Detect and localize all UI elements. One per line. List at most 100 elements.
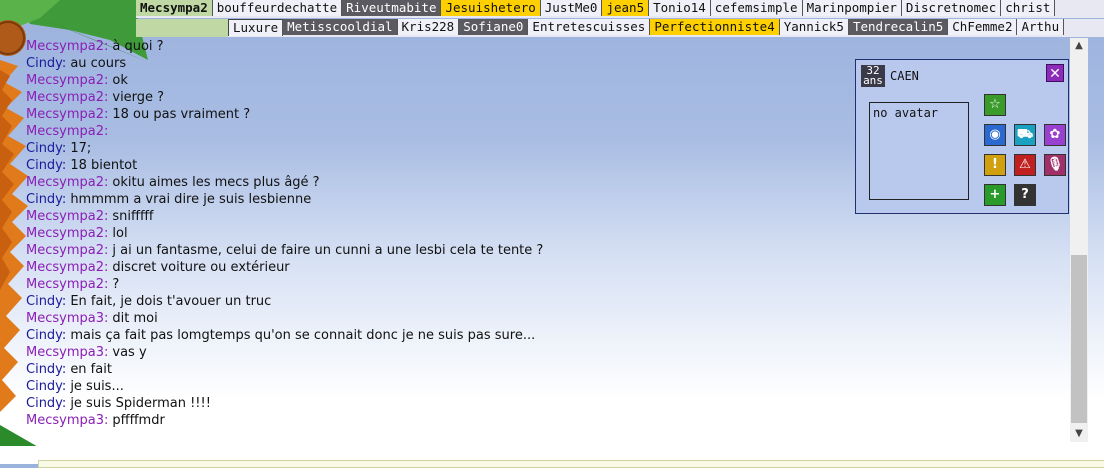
message-text: dit moi — [112, 311, 158, 326]
message-nick[interactable]: Mecsympa2: — [26, 175, 108, 190]
tab-chfemme2[interactable]: ChFemme2 — [948, 19, 1018, 35]
chat-message: Cindy: hmmmm a vrai dire je suis lesbienn… — [26, 191, 826, 208]
message-text: mais ça fait pas lomgtemps qu'on se conn… — [70, 328, 536, 343]
chat-message: Cindy: je suis... — [26, 378, 826, 395]
chat-message: Cindy: je suis Spiderman !!!! — [26, 395, 826, 412]
chat-message: Cindy: au cours — [26, 55, 826, 72]
close-button[interactable]: ✕ — [1046, 64, 1064, 82]
tab-perfectionniste4[interactable]: Perfectionniste4 — [650, 19, 780, 35]
tab-luxure[interactable]: Luxure — [228, 19, 284, 36]
chat-message: Mecsympa2: vierge ? — [26, 89, 826, 106]
message-text: je suis Spiderman !!!! — [70, 396, 211, 411]
message-nick[interactable]: Mecsympa2: — [26, 260, 108, 275]
avatar-placeholder-text: no avatar — [873, 106, 939, 120]
tab-jesuishetero[interactable]: Jesuishetero — [441, 0, 541, 16]
message-nick[interactable]: Cindy: — [26, 56, 66, 71]
flower-icon[interactable]: ✿ — [1044, 124, 1066, 146]
conversation-tabs-row2: Luxure Metisscooldial Kris228 Sofiane0 Entre… — [228, 19, 1104, 37]
tab-cefemsimple[interactable]: cefemsimple — [710, 0, 803, 16]
message-text: snifffff — [112, 209, 154, 224]
message-nick[interactable]: Mecsympa2: — [26, 39, 108, 54]
message-nick[interactable]: Mecsympa2: — [26, 226, 108, 241]
warning-icon[interactable]: ⚠ — [1014, 154, 1036, 176]
message-nick[interactable]: Cindy: — [26, 379, 66, 394]
message-text: au cours — [70, 56, 127, 71]
message-nick[interactable]: Mecsympa2: — [26, 209, 108, 224]
chat-message: Mecsympa3: vas y — [26, 344, 826, 361]
car-icon[interactable]: ⛟ — [1014, 124, 1036, 146]
message-text: ok — [112, 73, 128, 88]
tab-tendrecalin5[interactable]: Tendrecalin5 — [848, 19, 949, 35]
message-nick[interactable]: Cindy: — [26, 192, 66, 207]
help-icon[interactable]: ? — [1014, 184, 1036, 206]
tab-tonio14[interactable]: Tonio14 — [649, 0, 711, 16]
message-nick[interactable]: Mecsympa3: — [26, 311, 108, 326]
chat-message: Mecsympa2: à quoi ? — [26, 38, 826, 55]
message-text: à quoi ? — [112, 39, 164, 54]
message-nick[interactable]: Mecsympa2: — [26, 90, 108, 105]
message-text: En fait, je dois t'avouer un truc — [70, 294, 272, 309]
message-nick[interactable]: Mecsympa2: — [26, 243, 108, 258]
message-nick[interactable]: Cindy: — [26, 396, 66, 411]
chat-message: Mecsympa2: j ai un fantasme, celui de fai… — [26, 242, 826, 259]
scrollbar-thumb[interactable] — [1071, 255, 1087, 423]
tab-marinpompier[interactable]: Marinpompier — [802, 0, 902, 16]
message-text: hmmmm a vrai dire je suis lesbienne — [70, 192, 312, 207]
message-text: je suis... — [70, 379, 124, 394]
tab-entretescuisses[interactable]: Entretescuisses — [528, 19, 651, 35]
info-icon[interactable]: ! — [984, 154, 1006, 176]
message-nick[interactable]: Cindy: — [26, 294, 66, 309]
tab-christ[interactable]: christ — [1001, 0, 1056, 16]
message-nick[interactable]: Mecsympa3: — [26, 413, 108, 428]
microphone-icon[interactable]: 🎙 — [1044, 154, 1066, 176]
tab-row-spacer — [136, 19, 228, 37]
chat-message: Cindy: en fait — [26, 361, 826, 378]
message-text: vierge ? — [112, 90, 165, 105]
message-nick[interactable]: Mecsympa2: — [26, 124, 108, 139]
message-nick[interactable]: Mecsympa2: — [26, 107, 108, 122]
tab-sofiane0[interactable]: Sofiane0 — [459, 19, 529, 35]
message-text: ? — [112, 277, 120, 292]
tab-jean5[interactable]: jean5 — [602, 0, 650, 16]
tab-bouffeurdechatte[interactable]: bouffeurdechatte — [212, 0, 343, 16]
message-text: en fait — [70, 362, 112, 377]
message-text: 17; — [70, 141, 92, 156]
message-nick[interactable]: Mecsympa3: — [26, 345, 108, 360]
tab-metisscooldial[interactable]: Metisscooldial — [283, 19, 398, 35]
message-text: 18 bientot — [70, 158, 138, 173]
message-text: lol — [112, 226, 128, 241]
webcam-icon[interactable]: ◉ — [984, 124, 1006, 146]
chat-message: Cindy: 18 bientot — [26, 157, 826, 174]
message-nick[interactable]: Cindy: — [26, 328, 66, 343]
add-icon[interactable]: + — [984, 184, 1006, 206]
tab-kris228[interactable]: Kris228 — [397, 19, 460, 35]
scroll-up-icon[interactable]: ▲ — [1071, 38, 1087, 54]
message-text: 18 ou pas vraiment ? — [112, 107, 251, 122]
favorite-star-icon[interactable]: ☆ — [984, 94, 1006, 116]
chat-message: Cindy: En fait, je dois t'avouer un truc — [26, 293, 826, 310]
tab-arthu[interactable]: Arthu — [1017, 19, 1065, 35]
chat-message: Mecsympa2: discret voiture ou extérieur — [26, 259, 826, 276]
message-input[interactable] — [38, 460, 1104, 468]
message-nick[interactable]: Cindy: — [26, 141, 66, 156]
avatar: no avatar — [869, 102, 969, 200]
chat-message: Mecsympa2:? — [26, 276, 826, 293]
tab-justme0[interactable]: JustMe0 — [540, 0, 603, 16]
scroll-down-icon[interactable]: ▼ — [1071, 426, 1087, 442]
message-text: vas y — [112, 345, 147, 360]
chat-message: Mecsympa2: okitu aimes les mecs plus âgé … — [26, 174, 826, 191]
chat-message: Mecsympa2: 18 ou pas vraiment ? — [26, 106, 826, 123]
message-text: discret voiture ou extérieur — [112, 260, 290, 275]
age-unit: ans — [863, 74, 883, 87]
tab-riveutmabite[interactable]: Riveutmabite — [342, 0, 442, 16]
tab-mecsympa2[interactable]: Mecsympa2 — [136, 0, 213, 16]
tab-discretnomec[interactable]: Discretnomec — [901, 0, 1002, 16]
message-nick[interactable]: Cindy: — [26, 362, 66, 377]
message-nick[interactable]: Cindy: — [26, 158, 66, 173]
tab-yannick5[interactable]: Yannick5 — [779, 19, 849, 35]
message-text: j ai un fantasme, celui de faire un cunn… — [112, 243, 544, 258]
chat-message: Mecsympa3: pffffmdr — [26, 412, 826, 429]
message-nick[interactable]: Mecsympa2: — [26, 277, 108, 292]
message-nick[interactable]: Mecsympa2: — [26, 73, 108, 88]
chat-message: Mecsympa3: dit moi — [26, 310, 826, 327]
